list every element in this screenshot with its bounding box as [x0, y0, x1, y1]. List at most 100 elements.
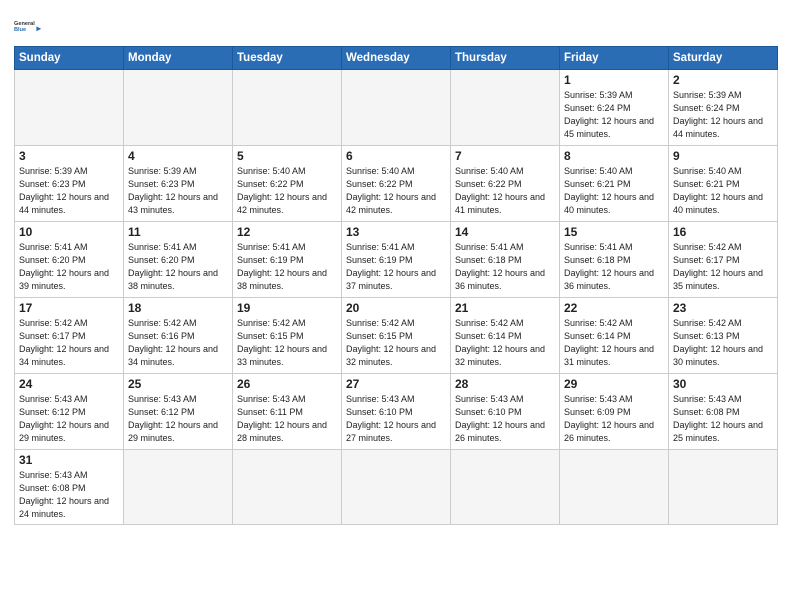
header: GeneralBlue	[14, 12, 778, 40]
calendar-cell: 27 Sunrise: 5:43 AM Sunset: 6:10 PM Dayli…	[342, 374, 451, 450]
logo: GeneralBlue	[14, 12, 42, 40]
day-info: Sunrise: 5:39 AM Sunset: 6:24 PM Dayligh…	[673, 89, 773, 141]
day-number: 17	[19, 301, 119, 315]
day-number: 27	[346, 377, 446, 391]
day-number: 14	[455, 225, 555, 239]
day-info: Sunrise: 5:42 AM Sunset: 6:15 PM Dayligh…	[237, 317, 337, 369]
day-info: Sunrise: 5:43 AM Sunset: 6:11 PM Dayligh…	[237, 393, 337, 445]
day-info: Sunrise: 5:39 AM Sunset: 6:24 PM Dayligh…	[564, 89, 664, 141]
calendar-cell	[451, 70, 560, 146]
weekday-header-wednesday: Wednesday	[342, 47, 451, 70]
calendar-cell	[342, 70, 451, 146]
calendar-cell: 18Sunrise: 5:42 AM Sunset: 6:16 PM Dayli…	[124, 298, 233, 374]
calendar-week-row: 1Sunrise: 5:39 AM Sunset: 6:24 PM Daylig…	[15, 70, 778, 146]
day-info: Sunrise: 5:42 AM Sunset: 6:17 PM Dayligh…	[19, 317, 119, 369]
day-number: 24	[19, 377, 119, 391]
day-number: 30	[673, 377, 773, 391]
calendar-cell	[342, 450, 451, 525]
calendar-week-row: 17 Sunrise: 5:42 AM Sunset: 6:17 PM Dayli…	[15, 298, 778, 374]
calendar-cell: 23 Sunrise: 5:42 AM Sunset: 6:13 PM Dayli…	[669, 298, 778, 374]
calendar-cell	[15, 70, 124, 146]
calendar-cell: 20 Sunrise: 5:42 AM Sunset: 6:15 PM Dayli…	[342, 298, 451, 374]
calendar-week-row: 10 Sunrise: 5:41 AM Sunset: 6:20 PM Dayli…	[15, 222, 778, 298]
calendar-cell: 2Sunrise: 5:39 AM Sunset: 6:24 PM Daylig…	[669, 70, 778, 146]
calendar-cell: 6Sunrise: 5:40 AM Sunset: 6:22 PM Daylig…	[342, 146, 451, 222]
calendar-cell: 10Sunrise: 5:41 AM Sunset: 6:20 PM Dayli…	[15, 222, 124, 298]
calendar-cell: 9Sunrise: 5:40 AM Sunset: 6:21 PM Daylig…	[669, 146, 778, 222]
day-info: Sunrise: 5:43 AM Sunset: 6:10 PM Dayligh…	[455, 393, 555, 445]
calendar-week-row: 24 Sunrise: 5:43 AM Sunset: 6:12 PM Dayli…	[15, 374, 778, 450]
calendar-cell	[124, 70, 233, 146]
day-info: Sunrise: 5:40 AM Sunset: 6:22 PM Dayligh…	[346, 165, 446, 217]
day-info: Sunrise: 5:41 AM Sunset: 6:20 PM Dayligh…	[128, 241, 228, 293]
day-info: Sunrise: 5:39 AM Sunset: 6:23 PM Dayligh…	[128, 165, 228, 217]
weekday-header-sunday: Sunday	[15, 47, 124, 70]
calendar-cell: 21Sunrise: 5:42 AM Sunset: 6:14 PM Dayli…	[451, 298, 560, 374]
calendar-cell	[451, 450, 560, 525]
day-number: 12	[237, 225, 337, 239]
day-number: 26	[237, 377, 337, 391]
calendar-cell: 17 Sunrise: 5:42 AM Sunset: 6:17 PM Dayli…	[15, 298, 124, 374]
day-number: 10	[19, 225, 119, 239]
day-info: Sunrise: 5:43 AM Sunset: 6:10 PM Dayligh…	[346, 393, 446, 445]
day-info: Sunrise: 5:41 AM Sunset: 6:18 PM Dayligh…	[455, 241, 555, 293]
day-info: Sunrise: 5:40 AM Sunset: 6:21 PM Dayligh…	[673, 165, 773, 217]
weekday-header-saturday: Saturday	[669, 47, 778, 70]
calendar-cell: 5Sunrise: 5:40 AM Sunset: 6:22 PM Daylig…	[233, 146, 342, 222]
day-number: 3	[19, 149, 119, 163]
calendar-cell: 8Sunrise: 5:40 AM Sunset: 6:21 PM Daylig…	[560, 146, 669, 222]
day-info: Sunrise: 5:42 AM Sunset: 6:14 PM Dayligh…	[455, 317, 555, 369]
calendar-table: SundayMondayTuesdayWednesdayThursdayFrid…	[14, 46, 778, 525]
weekday-header-monday: Monday	[124, 47, 233, 70]
calendar-cell: 31Sunrise: 5:43 AM Sunset: 6:08 PM Dayli…	[15, 450, 124, 525]
day-number: 16	[673, 225, 773, 239]
day-info: Sunrise: 5:42 AM Sunset: 6:13 PM Dayligh…	[673, 317, 773, 369]
calendar-cell: 16Sunrise: 5:42 AM Sunset: 6:17 PM Dayli…	[669, 222, 778, 298]
calendar-cell: 28 Sunrise: 5:43 AM Sunset: 6:10 PM Dayli…	[451, 374, 560, 450]
day-number: 13	[346, 225, 446, 239]
calendar-cell	[233, 450, 342, 525]
generalblue-logo-icon: GeneralBlue	[14, 12, 42, 40]
calendar-cell: 15 Sunrise: 5:41 AM Sunset: 6:18 PM Dayli…	[560, 222, 669, 298]
calendar-cell: 25Sunrise: 5:43 AM Sunset: 6:12 PM Dayli…	[124, 374, 233, 450]
day-info: Sunrise: 5:43 AM Sunset: 6:08 PM Dayligh…	[673, 393, 773, 445]
svg-text:General: General	[14, 21, 35, 27]
calendar-cell	[669, 450, 778, 525]
day-number: 23	[673, 301, 773, 315]
day-number: 15	[564, 225, 664, 239]
day-number: 25	[128, 377, 228, 391]
day-number: 5	[237, 149, 337, 163]
calendar-cell: 1Sunrise: 5:39 AM Sunset: 6:24 PM Daylig…	[560, 70, 669, 146]
calendar-cell: 24 Sunrise: 5:43 AM Sunset: 6:12 PM Dayli…	[15, 374, 124, 450]
day-info: Sunrise: 5:42 AM Sunset: 6:15 PM Dayligh…	[346, 317, 446, 369]
calendar-cell: 19Sunrise: 5:42 AM Sunset: 6:15 PM Dayli…	[233, 298, 342, 374]
day-info: Sunrise: 5:39 AM Sunset: 6:23 PM Dayligh…	[19, 165, 119, 217]
day-info: Sunrise: 5:41 AM Sunset: 6:18 PM Dayligh…	[564, 241, 664, 293]
day-info: Sunrise: 5:42 AM Sunset: 6:16 PM Dayligh…	[128, 317, 228, 369]
calendar-cell: 22Sunrise: 5:42 AM Sunset: 6:14 PM Dayli…	[560, 298, 669, 374]
calendar-cell: 14 Sunrise: 5:41 AM Sunset: 6:18 PM Dayli…	[451, 222, 560, 298]
day-number: 20	[346, 301, 446, 315]
day-number: 22	[564, 301, 664, 315]
day-number: 31	[19, 453, 119, 467]
calendar-cell: 7 Sunrise: 5:40 AM Sunset: 6:22 PM Daylig…	[451, 146, 560, 222]
day-number: 7	[455, 149, 555, 163]
day-number: 29	[564, 377, 664, 391]
svg-text:Blue: Blue	[14, 27, 26, 33]
page: GeneralBlue SundayMondayTuesdayWednesday…	[0, 0, 792, 612]
calendar-cell	[233, 70, 342, 146]
calendar-cell	[124, 450, 233, 525]
calendar-cell: 30 Sunrise: 5:43 AM Sunset: 6:08 PM Dayli…	[669, 374, 778, 450]
calendar-cell: 29Sunrise: 5:43 AM Sunset: 6:09 PM Dayli…	[560, 374, 669, 450]
day-number: 28	[455, 377, 555, 391]
day-info: Sunrise: 5:40 AM Sunset: 6:21 PM Dayligh…	[564, 165, 664, 217]
day-info: Sunrise: 5:41 AM Sunset: 6:19 PM Dayligh…	[346, 241, 446, 293]
day-info: Sunrise: 5:40 AM Sunset: 6:22 PM Dayligh…	[455, 165, 555, 217]
weekday-header-friday: Friday	[560, 47, 669, 70]
calendar-cell: 4Sunrise: 5:39 AM Sunset: 6:23 PM Daylig…	[124, 146, 233, 222]
weekday-header-thursday: Thursday	[451, 47, 560, 70]
calendar-cell: 13 Sunrise: 5:41 AM Sunset: 6:19 PM Dayli…	[342, 222, 451, 298]
day-number: 11	[128, 225, 228, 239]
day-info: Sunrise: 5:43 AM Sunset: 6:12 PM Dayligh…	[19, 393, 119, 445]
calendar-cell: 26 Sunrise: 5:43 AM Sunset: 6:11 PM Dayli…	[233, 374, 342, 450]
